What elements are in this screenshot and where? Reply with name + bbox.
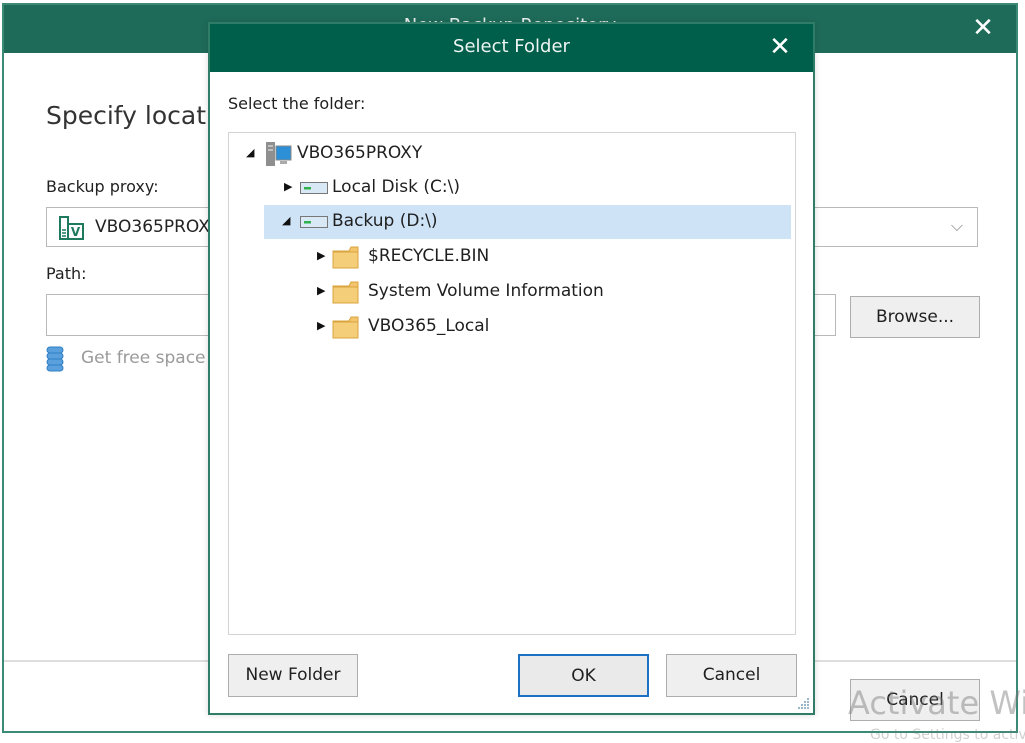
tree-node-label: System Volume Information xyxy=(368,281,604,301)
folder-icon xyxy=(332,316,359,339)
tree-node-folder[interactable]: ▶ $RECYCLE.BIN xyxy=(229,240,795,274)
new-folder-button[interactable]: New Folder xyxy=(228,654,358,697)
tree-node-label: VBO365_Local xyxy=(368,316,490,336)
expand-arrow-icon[interactable]: ▶ xyxy=(317,249,329,263)
drive-icon xyxy=(300,216,328,228)
drive-icon xyxy=(300,182,328,194)
collapse-arrow-icon[interactable]: ◢ xyxy=(246,146,258,160)
close-icon: ✕ xyxy=(972,13,994,43)
tree-node-label: Local Disk (C:\) xyxy=(332,177,460,197)
select-folder-prompt: Select the folder: xyxy=(228,94,366,113)
svg-text:V: V xyxy=(71,225,81,239)
select-folder-dialog: Select Folder ✕ Select the folder: ◢ VBO… xyxy=(208,22,815,715)
tree-node-folder[interactable]: ▶ VBO365_Local xyxy=(229,310,795,344)
browse-button[interactable]: Browse... xyxy=(850,296,980,338)
database-icon xyxy=(46,346,64,372)
backup-proxy-label: Backup proxy: xyxy=(46,177,159,196)
folder-icon xyxy=(332,281,359,304)
resize-grip-icon[interactable] xyxy=(796,696,810,710)
tree-node-label: $RECYCLE.BIN xyxy=(368,246,490,266)
get-free-space-text: Get free space xyxy=(81,348,206,368)
tree-node-drive-c[interactable]: ▶ Local Disk (C:\) xyxy=(229,171,795,205)
expand-arrow-icon[interactable]: ▶ xyxy=(317,319,329,333)
cancel-button[interactable]: Cancel xyxy=(666,654,797,697)
tree-node-label: Backup (D:\) xyxy=(332,211,438,231)
computer-icon xyxy=(266,142,292,166)
tree-node-label: VBO365PROXY xyxy=(297,143,423,163)
close-icon: ✕ xyxy=(769,32,791,62)
dialog-title: Select Folder xyxy=(453,36,570,57)
expand-arrow-icon[interactable]: ▶ xyxy=(284,180,296,194)
expand-arrow-icon[interactable]: ▶ xyxy=(317,284,329,298)
veeam-proxy-icon: V xyxy=(59,216,84,240)
collapse-arrow-icon[interactable]: ◢ xyxy=(282,214,294,228)
tree-node-folder[interactable]: ▶ System Volume Information xyxy=(229,275,795,309)
folder-icon xyxy=(332,246,359,269)
wizard-cancel-button[interactable]: Cancel xyxy=(850,679,980,721)
dialog-titlebar[interactable]: Select Folder ✕ xyxy=(210,24,813,72)
wizard-close-button[interactable]: ✕ xyxy=(968,13,998,43)
ok-button[interactable]: OK xyxy=(518,654,649,697)
activate-windows-subtext: Go to Settings to activate Windows. xyxy=(870,727,1025,743)
folder-tree[interactable]: ◢ VBO365PROXY ▶ Local Disk (C:\) ◢ Backu… xyxy=(228,132,796,635)
tree-node-computer[interactable]: ◢ VBO365PROXY xyxy=(229,137,795,171)
path-label: Path: xyxy=(46,264,87,283)
backup-proxy-value: VBO365PROXY xyxy=(95,217,221,237)
chevron-down-icon: ⌵ xyxy=(950,216,963,235)
tree-node-drive-d[interactable]: ◢ Backup (D:\) xyxy=(264,205,791,239)
dialog-close-button[interactable]: ✕ xyxy=(765,32,795,62)
